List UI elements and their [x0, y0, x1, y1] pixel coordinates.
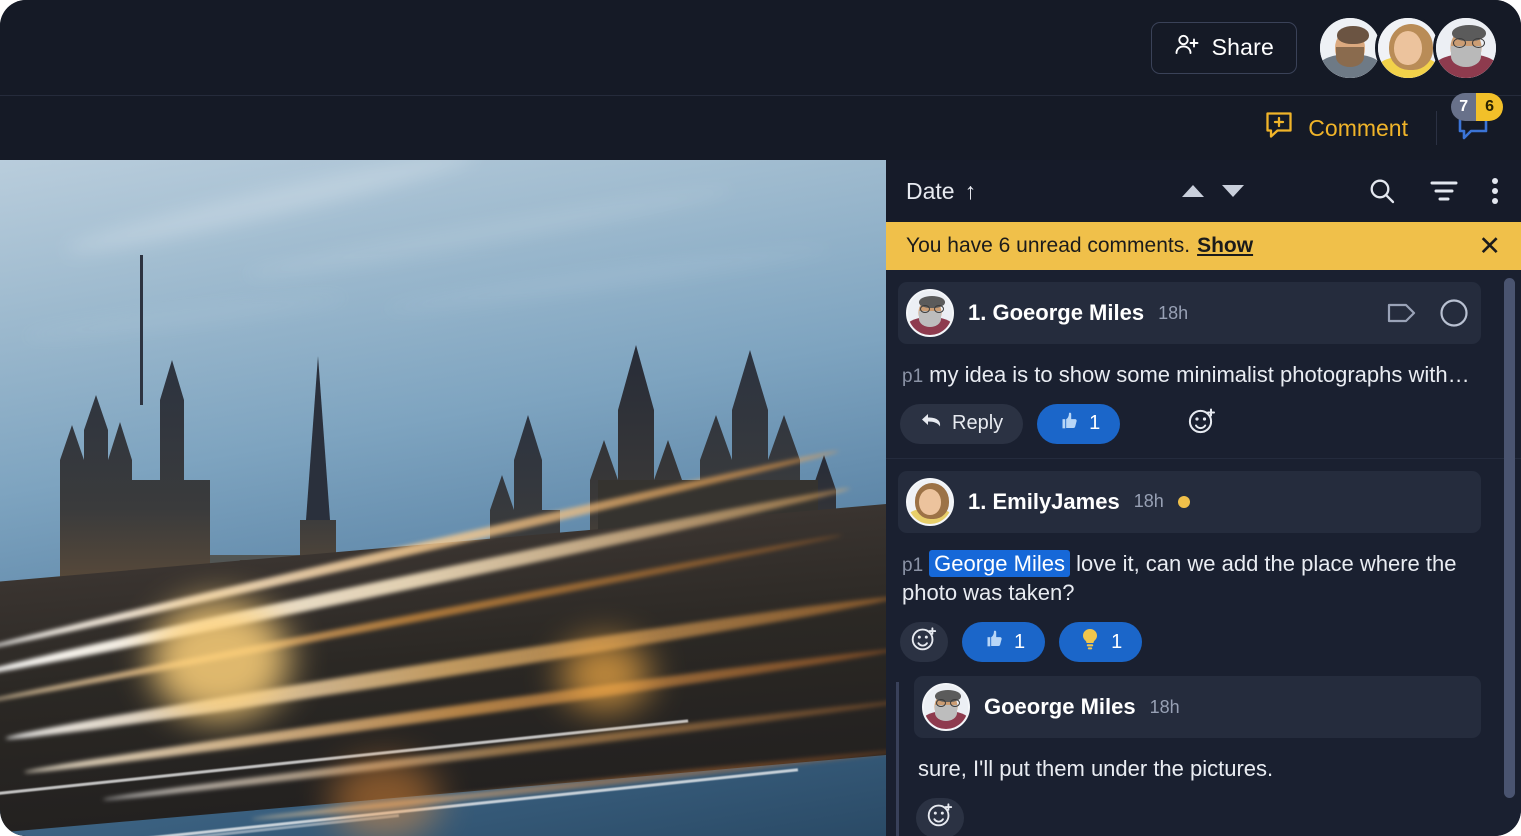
comment-text: p1George Miles love it, can we add the p…: [902, 549, 1491, 608]
reply-actions: [916, 798, 1521, 836]
scrollbar-thumb[interactable]: [1504, 278, 1515, 798]
idea-reaction-button[interactable]: 1: [1059, 622, 1142, 662]
thumbs-up-icon: [982, 628, 1004, 656]
like-count: 1: [1014, 631, 1025, 654]
unread-show-link[interactable]: Show: [1197, 234, 1253, 258]
panel-scrollbar[interactable]: [1504, 278, 1515, 818]
avatar[interactable]: [1375, 15, 1441, 81]
add-emoji-icon: [926, 801, 954, 835]
comment-body-text: my idea is to show some minimalist photo…: [929, 362, 1469, 387]
comment-actions: 1 1: [900, 622, 1521, 662]
sort-bar-actions: [1367, 176, 1499, 206]
comments-thread: 1. Goeorge Miles 18h: [886, 270, 1521, 836]
like-reaction-button[interactable]: 1: [962, 622, 1045, 662]
reply-header: Goeorge Miles 18h: [914, 676, 1481, 738]
add-reaction-button[interactable]: [1178, 404, 1226, 444]
like-reaction-button[interactable]: 1: [1037, 404, 1120, 444]
comments-sort-bar: Date ↑: [886, 160, 1521, 222]
add-emoji-icon: [910, 625, 938, 659]
comment-header: 1. EmilyJames 18h: [898, 471, 1481, 533]
share-button-label: Share: [1212, 34, 1274, 61]
comment-actions: Reply 1: [900, 404, 1521, 444]
comment-count-badge: 7 6: [1451, 93, 1503, 121]
reply-author: Goeorge Miles: [984, 694, 1136, 720]
comments-panel: Date ↑: [886, 160, 1521, 836]
thread-indent-line: [896, 682, 899, 836]
app-window: Share: [0, 0, 1521, 836]
like-count: 1: [1089, 412, 1100, 435]
unread-banner: You have 6 unread comments. Show ✕: [886, 222, 1521, 270]
comment-text: p1 my idea is to show some minimalist pho…: [902, 360, 1491, 390]
share-button[interactable]: Share: [1151, 22, 1297, 74]
comment-count-button[interactable]: 7 6: [1455, 106, 1497, 151]
comment-header-actions: [1387, 298, 1469, 328]
thumbs-up-icon: [1057, 410, 1079, 438]
resolve-circle-icon[interactable]: [1439, 298, 1469, 328]
avatar: [906, 478, 954, 526]
mention-chip[interactable]: George Miles: [929, 550, 1070, 577]
add-reaction-button[interactable]: [916, 798, 964, 836]
collaborator-avatars: [1317, 15, 1499, 81]
triangle-up-icon[interactable]: [1182, 185, 1204, 197]
badge-unread: 6: [1476, 93, 1503, 121]
add-comment-icon: [1264, 110, 1294, 146]
label-tag-icon[interactable]: [1387, 302, 1417, 324]
triangle-down-icon[interactable]: [1222, 185, 1244, 197]
add-comment-button[interactable]: Comment: [1254, 106, 1418, 150]
comment-header: 1. Goeorge Miles 18h: [898, 282, 1481, 344]
comment-item[interactable]: 1. Goeorge Miles 18h: [886, 282, 1521, 459]
sort-label-text: Date: [906, 178, 955, 205]
add-reaction-button[interactable]: [900, 622, 948, 662]
comment-toolbar: Comment 7 6: [0, 95, 1521, 160]
comment-author: 1. EmilyJames: [968, 489, 1120, 515]
toolbar-divider: [1436, 111, 1437, 145]
comment-timestamp: 18h: [1134, 491, 1164, 512]
add-emoji-icon: [1187, 406, 1217, 442]
page-tag: p1: [902, 366, 923, 387]
avatar: [906, 289, 954, 337]
arrow-up-icon: ↑: [965, 178, 977, 205]
comment-author: 1. Goeorge Miles: [968, 300, 1144, 326]
idea-count: 1: [1111, 631, 1122, 654]
comment-navigation: [1182, 185, 1244, 197]
page-tag: p1: [902, 555, 923, 576]
avatar: [922, 683, 970, 731]
comment-timestamp: 18h: [1158, 303, 1188, 324]
unread-dot-indicator: [1178, 496, 1190, 508]
comment-reply-item[interactable]: Goeorge Miles 18h sure, I'll put them un…: [886, 676, 1521, 836]
reply-timestamp: 18h: [1150, 697, 1180, 718]
reply-text: sure, I'll put them under the pictures.: [918, 754, 1491, 784]
more-vertical-icon[interactable]: [1491, 177, 1499, 205]
filter-icon[interactable]: [1429, 178, 1459, 204]
badge-total: 7: [1451, 93, 1476, 121]
unread-banner-text: You have 6 unread comments.: [906, 234, 1190, 258]
reply-label: Reply: [952, 412, 1003, 435]
add-comment-label: Comment: [1308, 115, 1408, 142]
user-plus-icon: [1174, 33, 1200, 63]
close-icon[interactable]: ✕: [1478, 233, 1501, 260]
comment-item[interactable]: 1. EmilyJames 18h p1George Miles love it…: [886, 471, 1521, 836]
avatar[interactable]: [1317, 15, 1383, 81]
search-icon[interactable]: [1367, 176, 1397, 206]
avatar[interactable]: [1433, 15, 1499, 81]
sort-by-date-button[interactable]: Date ↑: [900, 174, 982, 209]
reply-button[interactable]: Reply: [900, 404, 1023, 444]
document-preview-image[interactable]: [0, 160, 886, 836]
reply-arrow-icon: [920, 412, 942, 436]
lightbulb-icon: [1079, 627, 1101, 657]
top-header-bar: Share: [0, 0, 1521, 95]
